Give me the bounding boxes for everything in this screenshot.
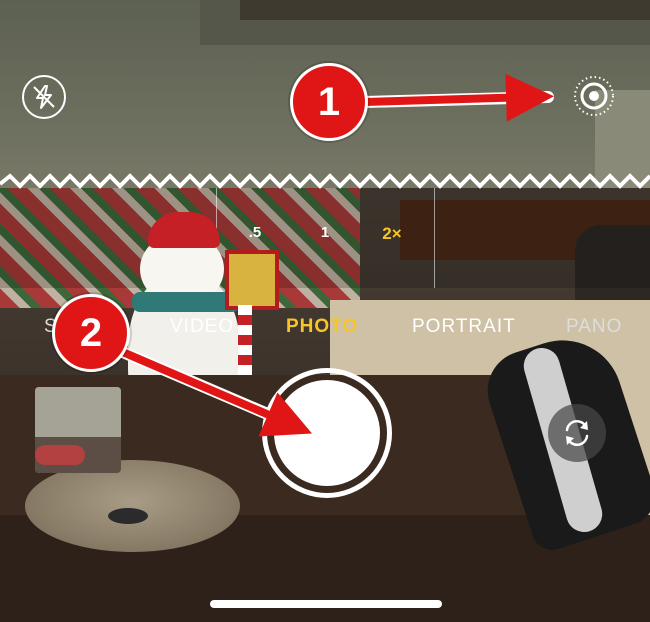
annotation-badge-1: 1 <box>290 63 368 141</box>
camera-app-screen: .5 1 2× S VIDEO PHOTO PORTRAIT PANO 1 2 <box>0 0 650 622</box>
annotation-badge-2: 2 <box>52 294 130 372</box>
annotation-arrow-2-fill <box>116 346 313 437</box>
annotation-arrow-1-fill <box>364 73 554 122</box>
